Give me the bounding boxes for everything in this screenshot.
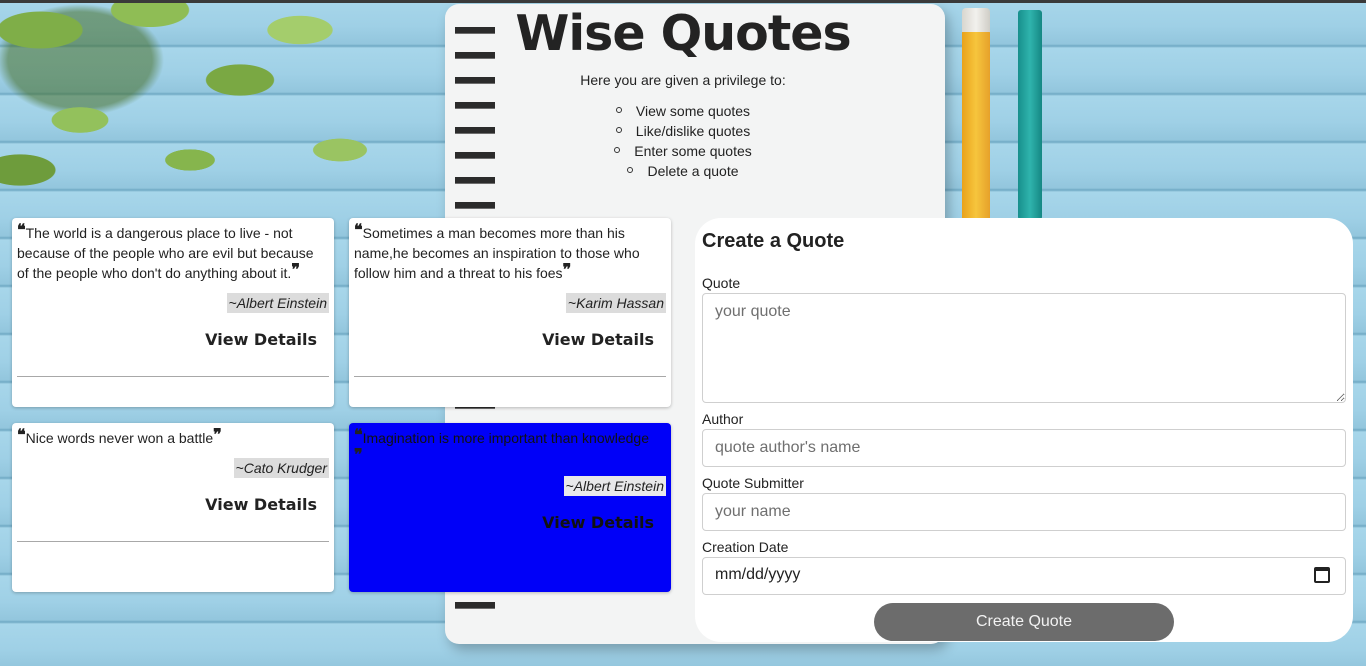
submitter-field-label: Quote Submitter (702, 475, 804, 491)
quote-card: ❝The world is a dangerous place to live … (12, 218, 334, 407)
quote-author: ~Albert Einstein (226, 293, 329, 313)
quote-author: ~Albert Einstein (563, 476, 666, 496)
page-header: Wise Quotes Here you are given a privile… (0, 0, 1366, 181)
card-divider (354, 376, 666, 377)
calendar-icon[interactable] (1314, 567, 1330, 583)
view-details-link[interactable]: View Details (542, 513, 654, 532)
close-quote-icon: ❞ (291, 260, 300, 279)
open-quote-icon: ❝ (354, 425, 363, 444)
close-quote-icon: ❞ (213, 425, 222, 444)
page-subtitle: Here you are given a privilege to: (580, 72, 786, 88)
card-divider (17, 541, 329, 542)
quote-text: ❝Nice words never won a battle❞ (17, 425, 222, 447)
date-field-wrapper: mm/dd/yyyy (702, 557, 1346, 595)
close-quote-icon: ❞ (562, 260, 572, 279)
quote-textarea[interactable] (702, 293, 1346, 403)
quote-text: ❝The world is a dangerous place to live … (17, 220, 314, 282)
privilege-item: View some quotes (0, 101, 1366, 121)
author-field-label: Author (702, 411, 744, 427)
open-quote-icon: ❝ (17, 425, 26, 444)
view-details-link[interactable]: View Details (542, 330, 654, 349)
privilege-item: Enter some quotes (0, 141, 1366, 161)
open-quote-icon: ❝ (354, 220, 363, 239)
quote-field-label: Quote (702, 275, 741, 291)
form-title: Create a Quote (702, 230, 845, 252)
quote-author: ~Karim Hassan (565, 293, 666, 313)
privilege-item: Like/dislike quotes (0, 121, 1366, 141)
open-quote-icon: ❝ (17, 220, 26, 239)
privilege-item: Delete a quote (0, 161, 1366, 181)
create-quote-form: Create a Quote Quote Author Quote Submit… (695, 218, 1353, 642)
quote-card: ❝Nice words never won a battle❞ ~Cato Kr… (12, 423, 334, 592)
quote-text: ❝Sometimes a man becomes more than his n… (354, 220, 640, 282)
quote-card-highlighted: ❝Imagination is more important than know… (349, 423, 671, 592)
quote-author: ~Cato Krudger (233, 458, 329, 478)
card-divider (17, 376, 329, 377)
circle-bullet-icon (615, 127, 622, 134)
date-placeholder: mm/dd/yyyy (715, 566, 801, 583)
creation-date-input[interactable]: mm/dd/yyyy (702, 557, 1346, 595)
circle-bullet-icon (615, 107, 622, 114)
quote-card: ❝Sometimes a man becomes more than his n… (349, 218, 671, 407)
close-quote-icon: ❞ (354, 445, 363, 464)
view-details-link[interactable]: View Details (205, 495, 317, 514)
create-quote-button[interactable]: Create Quote (874, 603, 1174, 641)
circle-bullet-icon (627, 167, 634, 174)
date-field-label: Creation Date (702, 539, 789, 555)
privileges-list: View some quotes Like/dislike quotes Ent… (0, 101, 1366, 181)
circle-bullet-icon (614, 147, 621, 154)
quote-text: ❝Imagination is more important than know… (354, 425, 649, 464)
author-input[interactable] (702, 429, 1346, 467)
view-details-link[interactable]: View Details (205, 330, 317, 349)
submitter-input[interactable] (702, 493, 1346, 531)
page-title: Wise Quotes (515, 5, 851, 62)
